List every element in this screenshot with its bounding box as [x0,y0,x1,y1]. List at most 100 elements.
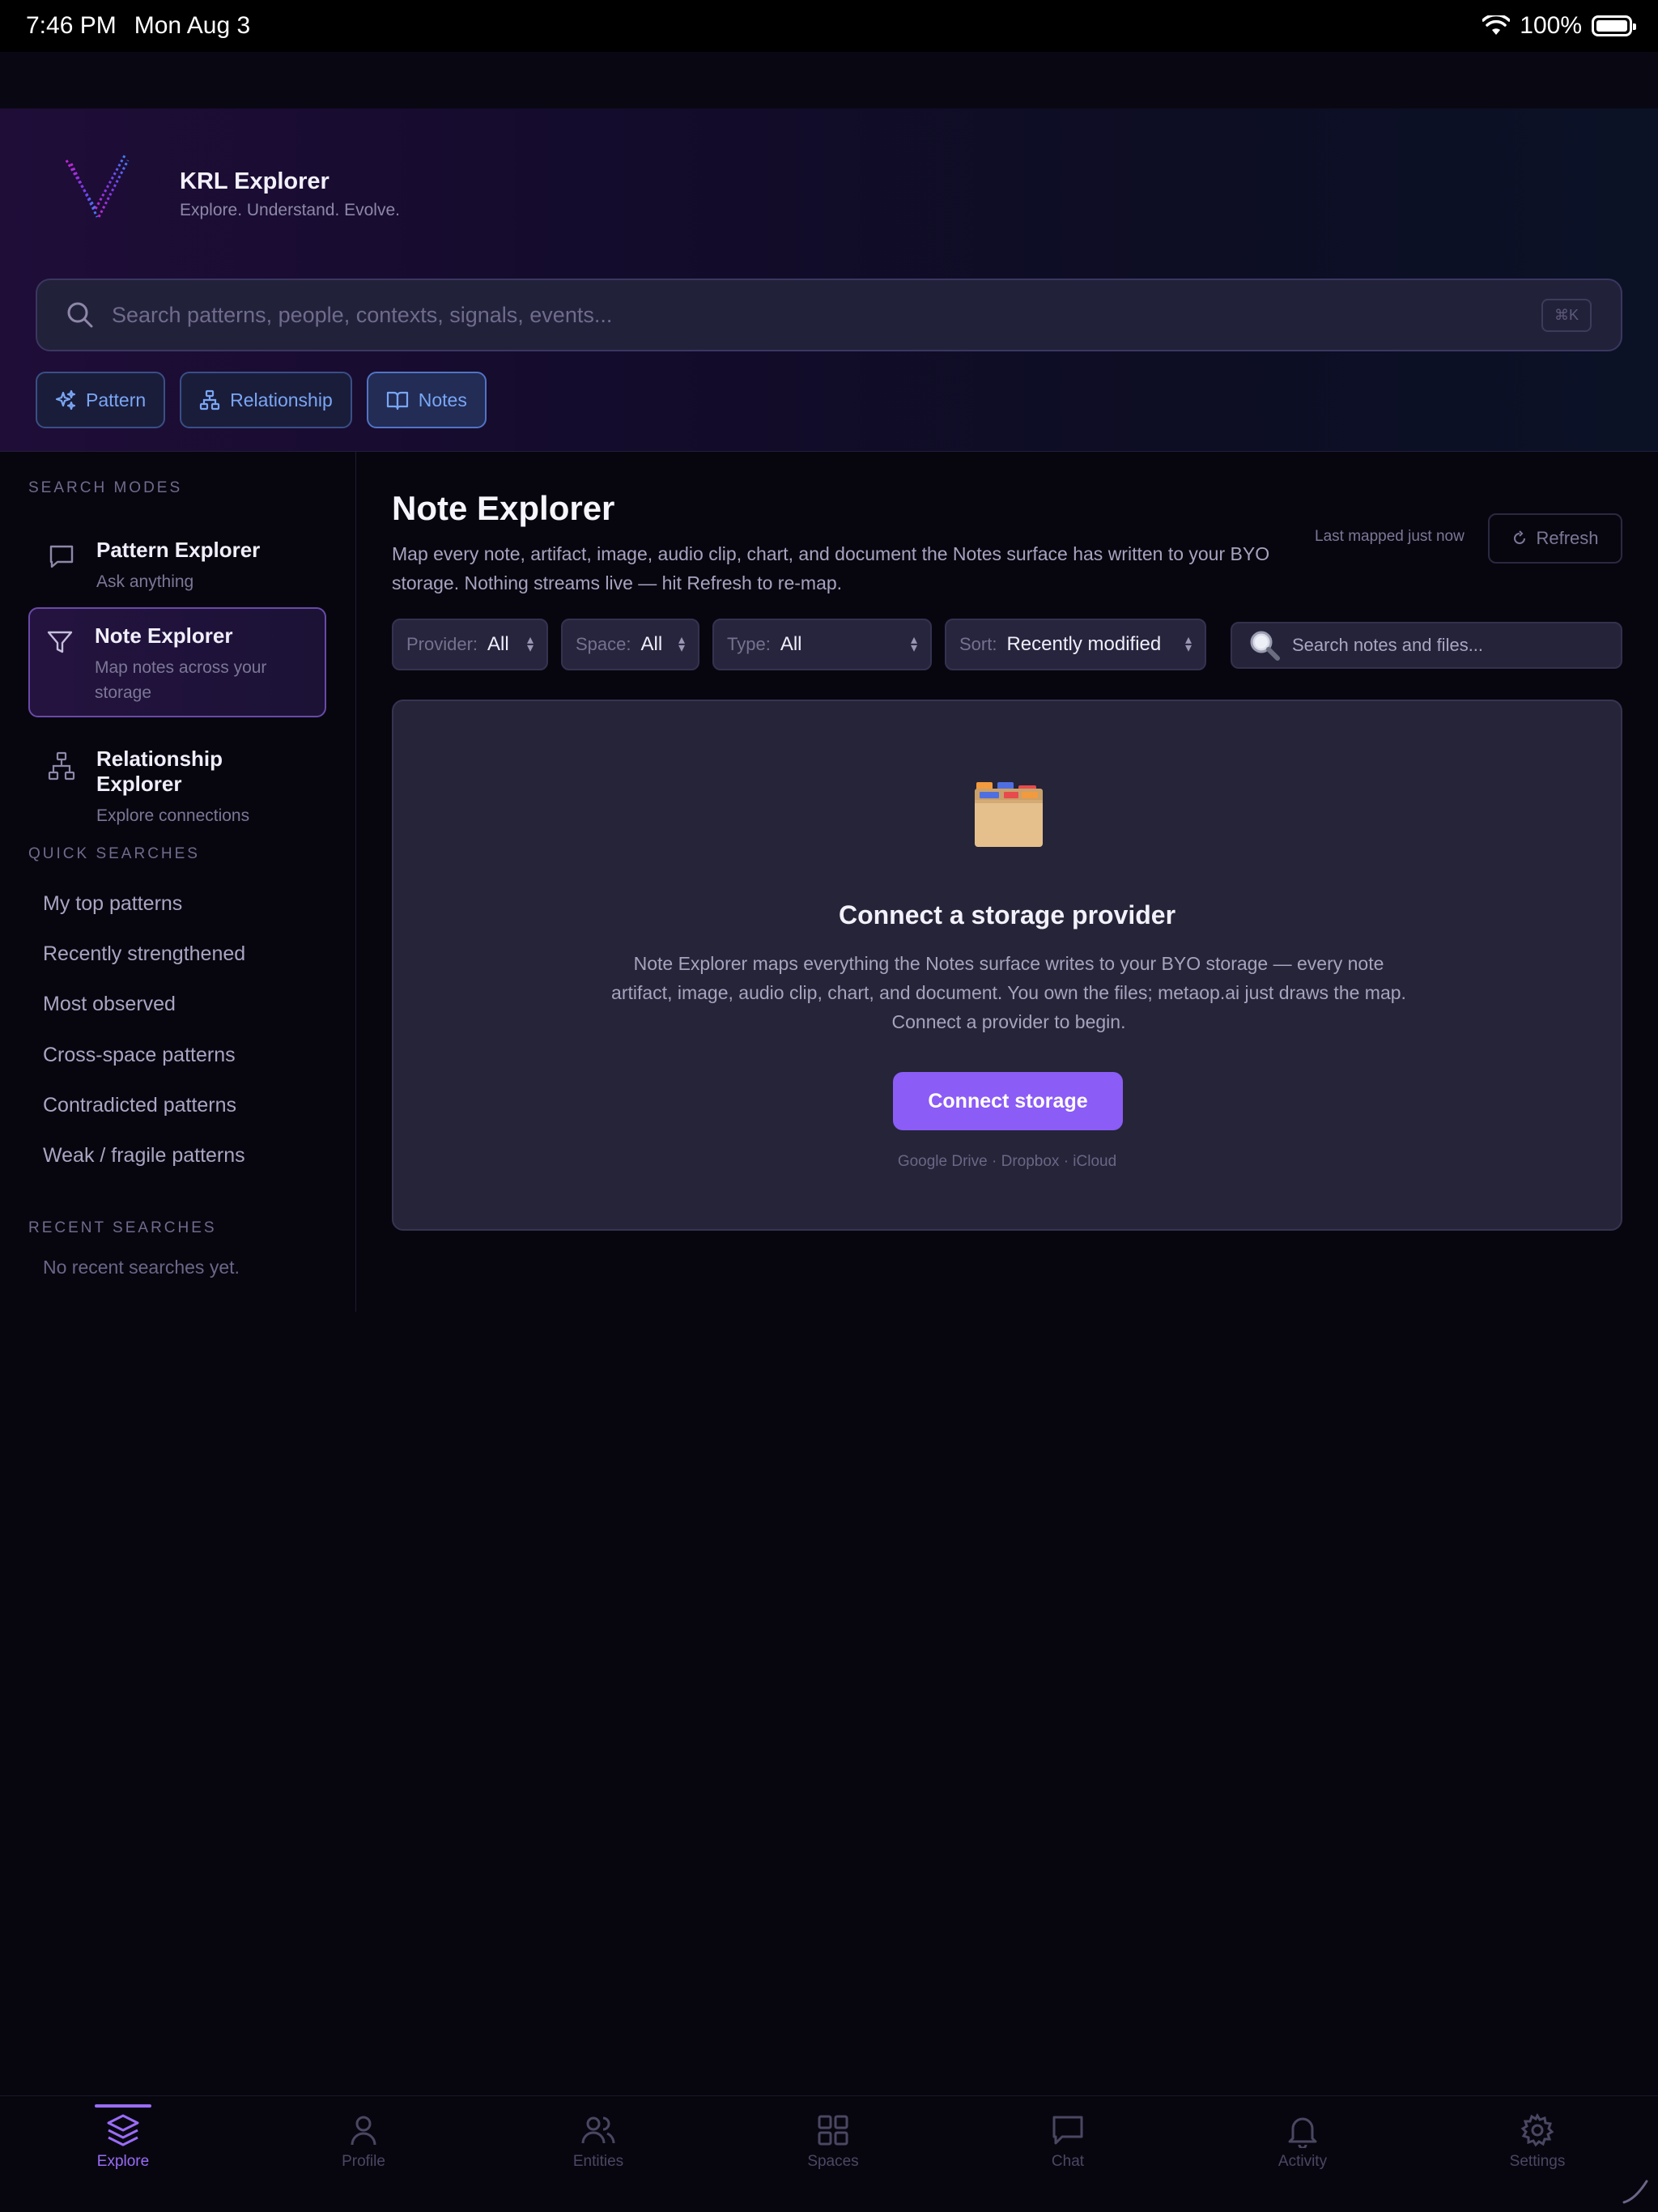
wifi-icon [1482,15,1511,35]
sidebar-item-note-explorer[interactable]: Note Explorer Map notes across your stor… [28,607,326,717]
page-title: Note Explorer [392,489,615,527]
global-search-input[interactable]: Search patterns, people, contexts, signa… [36,279,1622,351]
app-tagline: Explore. Understand. Evolve. [180,201,400,219]
tab-label: Spaces [807,2153,859,2170]
sidebar-item-relationship-explorer[interactable]: Relationship Explorer Explore connection… [28,732,326,843]
tab-entities[interactable]: Entities [481,2096,716,2212]
users-icon [581,2116,615,2144]
filter-value: All [780,633,802,655]
filter-value: All [640,633,663,655]
user-icon [351,2116,376,2146]
tab-label: Entities [572,2153,624,2170]
chip-notes[interactable]: Notes [366,372,487,428]
chevron-updown-icon: ▴ ▾ [1184,633,1192,655]
resize-handle-icon[interactable] [1619,2175,1652,2207]
hierarchy-icon [48,751,75,781]
type-select[interactable]: Type: All ▴ ▾ [712,619,932,670]
hierarchy-icon [200,389,220,410]
quick-search-item[interactable]: Most observed [43,993,176,1016]
notes-search-input[interactable]: Search notes and files... [1231,622,1622,669]
filter-icon [47,631,73,653]
book-icon [386,391,408,410]
filter-label: Sort: [959,634,997,654]
filter-value: All [487,633,509,655]
quick-searches-heading: QUICK SEARCHES [28,845,200,862]
app-title: KRL Explorer [180,168,329,194]
mode-title: Relationship Explorer [96,747,223,796]
mode-title: Note Explorer [95,623,233,648]
provider-list: Google Drive · Dropbox · iCloud [897,1153,1117,1170]
page-description: Map every note, artifact, image, audio c… [392,543,1270,593]
tab-label: Activity [1278,2153,1328,2170]
refresh-icon [1514,530,1526,544]
filter-label: Space: [576,634,631,654]
chat-icon [1052,2116,1083,2145]
chip-pattern[interactable]: Pattern [36,372,166,428]
sparkles-icon [55,389,76,410]
top-band [0,52,1658,108]
quick-search-item[interactable]: My top patterns [43,892,182,916]
sidebar: SEARCH MODES Pattern Explorer Ask anythi… [0,452,356,1312]
chat-icon [49,545,74,568]
space-select[interactable]: Space: All ▴ ▾ [561,619,699,670]
provider-select[interactable]: Provider: All ▴ ▾ [392,619,548,670]
gear-icon [1520,2112,1554,2147]
tab-label: Explore [96,2153,150,2170]
shortcut-badge: ⌘K [1541,298,1592,332]
header: KRL Explorer Explore. Understand. Evolve… [0,108,1658,452]
mode-subtitle: Explore connections [96,806,250,825]
refresh-label: Refresh [1536,528,1599,548]
empty-state-card: Connect a storage provider Note Explorer… [392,700,1622,1231]
chevron-updown-icon: ▴ ▾ [678,633,685,655]
tab-profile[interactable]: Profile [246,2096,481,2212]
tab-chat[interactable]: Chat [950,2096,1185,2212]
recent-searches-heading: RECENT SEARCHES [28,1219,217,1236]
card-file-box-icon [975,782,1043,847]
filter-value: Recently modified [1006,633,1162,655]
search-modes-heading: SEARCH MODES [28,479,183,496]
tab-label: Chat [1051,2153,1085,2170]
magnifier-icon [1250,631,1280,661]
chip-relationship[interactable]: Relationship [180,372,352,428]
battery-percent: 100% [1520,12,1582,39]
quick-search-item[interactable]: Contradicted patterns [43,1094,236,1117]
tab-activity[interactable]: Activity [1185,2096,1420,2212]
sort-select[interactable]: Sort: Recently modified ▴ ▾ [945,619,1206,670]
krl-logo-icon [55,151,136,256]
notes-search-placeholder: Search notes and files... [1292,635,1484,655]
battery-icon [1592,15,1636,36]
sidebar-item-pattern-explorer[interactable]: Pattern Explorer Ask anything [28,523,326,609]
refresh-button[interactable]: Refresh [1488,513,1622,564]
mode-subtitle: Ask anything [96,572,194,591]
filter-label: Type: [727,634,771,654]
quick-search-item[interactable]: Cross-space patterns [43,1044,236,1067]
recent-searches-empty: No recent searches yet. [43,1257,240,1278]
mode-subtitle: Map notes across your storage [95,658,267,702]
layers-icon [107,2114,139,2146]
filter-label: Provider: [406,634,478,654]
bell-icon [1288,2117,1317,2148]
chip-label: Relationship [230,389,333,410]
status-date: Mon Aug 3 [134,12,251,39]
status-time: 7:46 PM [26,12,117,39]
tab-bar: Explore Profile Entities Spaces Chat Act… [0,2095,1658,2212]
chevron-updown-icon: ▴ ▾ [526,633,534,655]
quick-search-item[interactable]: Weak / fragile patterns [43,1144,245,1168]
empty-state-description: Note Explorer maps everything the Notes … [611,953,1406,1032]
tab-explore[interactable]: Explore [0,2096,246,2212]
connect-storage-button[interactable]: Connect storage [893,1072,1123,1130]
grid-icon [818,2115,848,2146]
last-mapped-status: Last mapped just now [1315,528,1465,545]
search-placeholder: Search patterns, people, contexts, signa… [112,302,613,327]
chip-label: Notes [418,389,467,410]
chevron-updown-icon: ▴ ▾ [910,633,917,655]
status-bar: 7:46 PM Mon Aug 3 100% [0,0,1658,52]
mode-title: Pattern Explorer [96,538,261,562]
chip-label: Pattern [86,389,147,410]
tab-label: Settings [1509,2153,1566,2170]
tab-label: Profile [342,2153,385,2170]
search-icon [67,302,93,328]
quick-search-item[interactable]: Recently strengthened [43,942,245,966]
empty-state-title: Connect a storage provider [838,900,1176,929]
tab-spaces[interactable]: Spaces [716,2096,950,2212]
